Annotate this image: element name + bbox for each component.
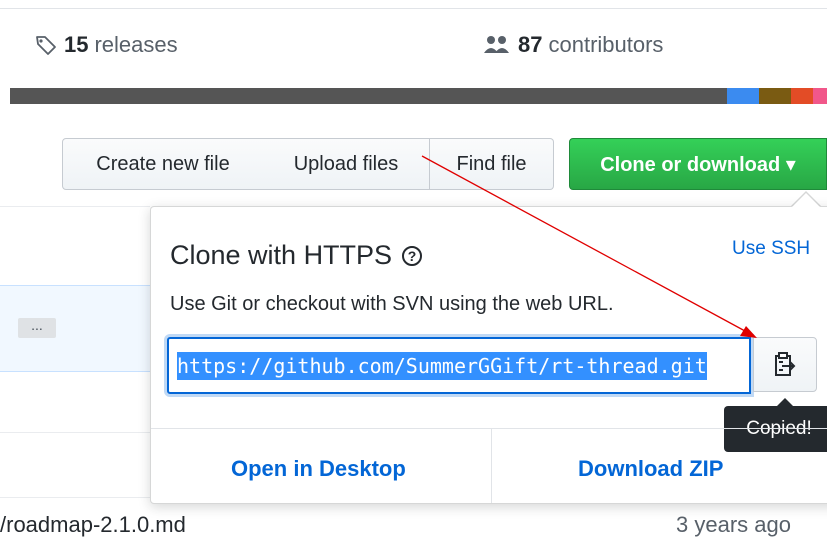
clone-description: Use Git or checkout with SVN using the w… <box>170 293 614 315</box>
people-icon <box>484 36 509 53</box>
clone-or-download-button[interactable]: Clone or download ▾ <box>569 138 827 190</box>
clone-url-input[interactable]: https://github.com/SummerGGift/rt-thread… <box>167 337 751 394</box>
top-divider <box>0 0 827 9</box>
language-segment <box>813 88 827 104</box>
clone-title-text: Clone with HTTPS <box>170 240 393 270</box>
file-row-divider <box>0 432 150 433</box>
file-row-divider <box>0 206 150 207</box>
dropdown-divider <box>151 428 827 429</box>
language-bar[interactable] <box>10 88 827 104</box>
releases-count: 15 <box>64 32 89 57</box>
clipboard-icon <box>775 351 796 376</box>
clone-url-text: https://github.com/SummerGGift/rt-thread… <box>177 351 707 380</box>
find-file-button[interactable]: Find file <box>430 138 554 190</box>
upload-files-button[interactable]: Upload files <box>263 138 430 190</box>
contributors-count: 87 <box>518 32 543 57</box>
download-zip-link[interactable]: Download ZIP <box>578 456 723 482</box>
help-icon[interactable]: ? <box>402 245 423 266</box>
create-new-file-button[interactable]: Create new file <box>62 138 264 190</box>
clone-title: Clone with HTTPS ? <box>170 240 423 271</box>
file-age: 3 years ago <box>676 512 791 537</box>
dropdown-vertical-divider <box>491 429 492 503</box>
releases-label: releases <box>94 32 178 57</box>
copied-tooltip: Copied! <box>724 406 827 452</box>
language-segment <box>791 88 813 104</box>
releases-stat[interactable]: 15 releases <box>34 32 178 58</box>
tooltip-arrow <box>777 398 793 406</box>
open-in-desktop-link[interactable]: Open in Desktop <box>231 456 406 482</box>
contributors-stat[interactable]: 87 contributors <box>482 32 663 58</box>
tag-icon <box>36 36 56 55</box>
copy-to-clipboard-button[interactable] <box>753 337 817 392</box>
contributors-label: contributors <box>548 32 664 57</box>
language-segment <box>727 88 759 104</box>
language-segment <box>10 88 727 104</box>
language-segment <box>759 88 791 104</box>
file-name-link[interactable]: /roadmap-2.1.0.md <box>0 512 186 538</box>
dropdown-caret-fill <box>792 193 820 207</box>
use-ssh-link[interactable]: Use SSH <box>732 238 810 260</box>
commit-ellipsis-button[interactable]: ... <box>18 318 56 338</box>
